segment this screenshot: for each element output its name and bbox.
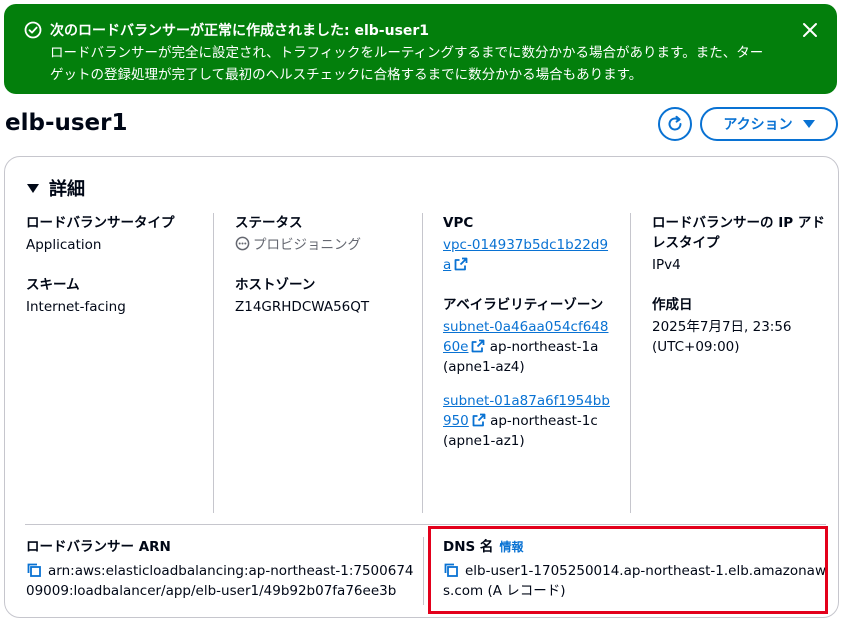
refresh-button[interactable] (658, 107, 692, 141)
external-link-icon[interactable] (472, 413, 486, 427)
created-label: 作成日 (652, 297, 693, 313)
external-link-icon[interactable] (471, 339, 485, 353)
az-label: アベイラビリティーゾーン (443, 297, 604, 313)
scheme-label: スキーム (26, 277, 80, 293)
arn-label: ロードバランサー ARN (26, 539, 171, 555)
in-progress-icon (235, 236, 250, 251)
status-text: プロビジョニング (253, 237, 361, 253)
caret-down-icon (27, 183, 39, 193)
ip-type-value: IPv4 (652, 257, 681, 273)
flash-message: ロードバランサーが完全に設定され、トラフィックをルーティングするまでに数分かかる… (50, 45, 764, 83)
details-section-toggle[interactable]: 詳細 (27, 175, 85, 201)
arn-block: ロードバランサー ARN arn:aws:elasticloadbalancin… (26, 537, 416, 601)
actions-button-label: アクション (723, 117, 793, 133)
external-link-icon[interactable] (454, 257, 468, 271)
close-icon[interactable] (801, 21, 819, 39)
created-value: 2025年7月7日, 23:56 (UTC+09:00) (652, 319, 792, 355)
lb-type-value: Application (26, 237, 102, 253)
row-divider (25, 524, 826, 525)
success-check-icon (24, 21, 42, 39)
refresh-icon (668, 115, 682, 131)
caret-down-icon (802, 120, 815, 128)
flash-title: 次のロードバランサーが正常に作成されました: elb-user1 (50, 23, 430, 39)
column-divider (630, 213, 631, 513)
lb-type-label: ロードバランサータイプ (26, 215, 175, 231)
column-divider (423, 537, 424, 605)
status-label: ステータス (235, 215, 303, 231)
details-column-2: ステータス プロビジョニング ホストゾーン Z14GRHDCWA56QT (235, 213, 423, 337)
arn-value: arn:aws:elasticloadbalancing:ap-northeas… (26, 563, 414, 599)
hosted-zone-label: ホストゾーン (235, 277, 316, 293)
success-flash-banner: 次のロードバランサーが正常に作成されました: elb-user1 ロードバランサ… (4, 4, 837, 94)
status-value: プロビジョニング (235, 235, 423, 255)
highlight-box (428, 526, 828, 614)
actions-dropdown-button[interactable]: アクション (700, 107, 838, 141)
vpc-label: VPC (443, 215, 474, 231)
details-column-3: VPC vpc-014937b5dc1b22d9a アベイラビリティーゾーン s… (443, 213, 613, 471)
hosted-zone-value: Z14GRHDCWA56QT (235, 299, 370, 315)
section-title: 詳細 (49, 179, 85, 200)
details-column-4: ロードバランサーの IP アドレスタイプ IPv4 作成日 2025年7月7日,… (652, 213, 832, 377)
scheme-value: Internet-facing (26, 299, 126, 315)
page-title: elb-user1 (5, 110, 128, 136)
ip-type-label: ロードバランサーの IP アドレスタイプ (652, 215, 825, 251)
details-column-1: ロードバランサータイプ Application スキーム Internet-fa… (26, 213, 214, 337)
copy-icon[interactable] (26, 562, 42, 578)
